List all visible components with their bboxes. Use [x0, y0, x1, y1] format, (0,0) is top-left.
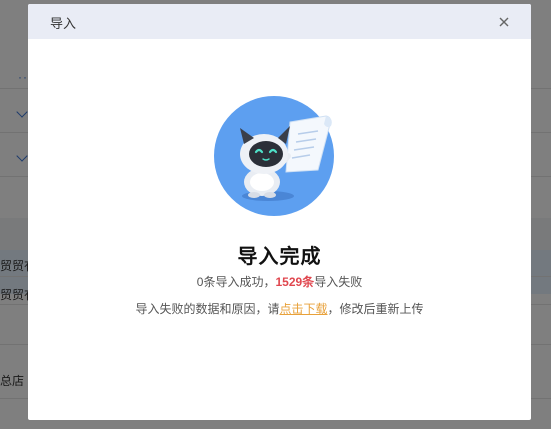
import-summary: 0条导入成功，1529条导入失败 — [28, 273, 531, 290]
hint-prefix: 导入失败的数据和原因，请 — [135, 302, 280, 316]
dialog-title: 导入 — [50, 16, 77, 31]
close-icon[interactable] — [495, 13, 513, 31]
fail-count: 1529条 — [275, 275, 315, 289]
success-count-text: 0条导入成功， — [196, 275, 276, 289]
fail-count-label: 导入失败 — [314, 275, 363, 289]
download-error-link[interactable]: 点击下载 — [279, 302, 327, 316]
robot-mascot-illustration — [214, 96, 334, 216]
hint-suffix: ，修改后重新上传 — [327, 302, 424, 316]
error-download-hint: 导入失败的数据和原因，请点击下载，修改后重新上传 — [28, 300, 531, 317]
result-title: 导入完成 — [237, 246, 322, 268]
dialog-header: 导入 — [28, 4, 531, 39]
import-dialog: 导入 导入完成 0条导入成功，1529条导入失败 导入失败的数据和原因，请点击下… — [28, 4, 531, 420]
close-button[interactable] — [495, 13, 513, 31]
